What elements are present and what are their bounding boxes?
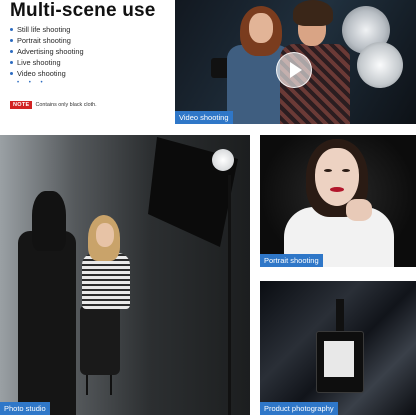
more-indicator: • • • (17, 80, 47, 86)
bottle-label (324, 341, 354, 377)
list-item: Advertising shooting (10, 46, 84, 57)
bullet-icon (10, 61, 13, 64)
caption-photo-studio: Photo studio (0, 402, 50, 415)
note-text: Contains only black cloth. (35, 102, 97, 108)
woman-face (249, 13, 273, 43)
note-badge: NOTE (10, 101, 33, 109)
portrait-lips (330, 187, 344, 192)
portrait-shooting-photo: Portrait shooting (260, 135, 416, 267)
reflector-dish (357, 42, 403, 88)
bullet-icon (10, 50, 13, 53)
portrait-eye (342, 169, 350, 172)
bullet-icon (10, 39, 13, 42)
bottle-cap (336, 299, 344, 335)
play-icon[interactable] (276, 52, 312, 88)
light-stand (228, 175, 231, 415)
portrait-face (315, 148, 359, 206)
photo-studio-photo: Photo studio (0, 135, 250, 415)
list-item: Still life shooting (10, 24, 84, 35)
studio-light (212, 149, 234, 171)
caption-video-shooting: Video shooting (175, 111, 233, 124)
page-title: Multi-scene use (10, 0, 156, 21)
caption-portrait-shooting: Portrait shooting (260, 254, 323, 267)
caption-product-photography: Product photography (260, 402, 338, 415)
bullet-icon (10, 72, 13, 75)
list-item: Video shooting (10, 68, 84, 79)
bullet-icon (10, 28, 13, 31)
list-item: Live shooting (10, 57, 84, 68)
model-legs (80, 305, 120, 375)
list-item: Portrait shooting (10, 35, 84, 46)
video-shooting-photo: Video shooting (175, 0, 416, 124)
model-face (96, 223, 114, 247)
photographer-hair (32, 191, 66, 251)
note: NOTE Contains only black cloth. (10, 101, 97, 109)
man-hair (293, 0, 333, 26)
portrait-hand (346, 199, 372, 221)
photographer-figure (18, 231, 76, 415)
product-photography-photo: Product photography (260, 281, 416, 415)
portrait-eye (324, 169, 332, 172)
model-figure (82, 253, 130, 309)
use-list: Still life shooting Portrait shooting Ad… (10, 24, 84, 79)
